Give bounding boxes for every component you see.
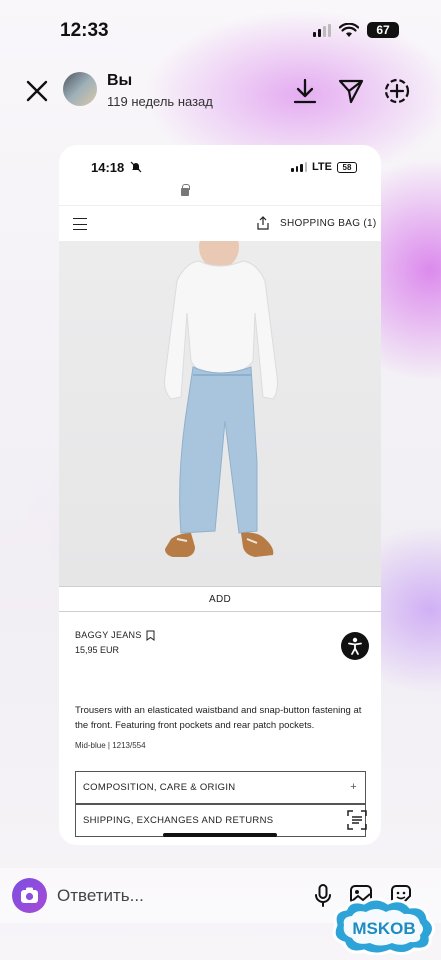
camera-icon (21, 887, 38, 903)
accessibility-button[interactable] (341, 632, 369, 660)
add-circle-icon[interactable] (382, 76, 412, 106)
product-description: Trousers with an elasticated waistband a… (75, 705, 362, 731)
status-time: 12:33 (60, 20, 109, 41)
accordion-composition[interactable]: COMPOSITION, CARE & ORIGIN + (75, 771, 366, 804)
bookmark-icon[interactable] (146, 630, 155, 641)
status-icons: 67 (313, 22, 399, 38)
inner-battery: 58 (337, 161, 357, 173)
wifi-icon (339, 22, 359, 37)
inner-signal-icon (291, 162, 308, 172)
close-icon[interactable] (22, 76, 52, 106)
inner-network-label: LTE (312, 161, 332, 173)
mskob-watermark-logo: MSKOB (332, 897, 435, 955)
send-icon[interactable] (336, 76, 366, 106)
menu-icon[interactable] (73, 218, 87, 230)
site-header: SHOPPING BAG (1) (59, 205, 381, 241)
story-time-ago: 119 недель назад (107, 94, 213, 109)
add-to-bag-button[interactable]: ADD (59, 586, 381, 612)
accordion-label: SHIPPING, EXCHANGES AND RETURNS (83, 815, 274, 826)
share-icon[interactable] (255, 215, 271, 231)
download-icon[interactable] (290, 76, 320, 106)
watermark-text: MSKOB (352, 919, 415, 938)
story-owner-name: Вы (107, 72, 133, 89)
camera-button[interactable] (12, 878, 47, 913)
battery-indicator: 67 (367, 22, 399, 38)
home-indicator (163, 833, 277, 837)
shared-screenshot[interactable]: 14:18 LTE 58 SHOPPING BAG (1) ADD BAGGY … (59, 145, 381, 845)
cellular-signal-icon (313, 23, 331, 37)
accessibility-icon (348, 637, 362, 655)
silent-bell-icon (130, 161, 142, 173)
product-image[interactable] (59, 241, 381, 586)
avatar[interactable] (63, 72, 97, 106)
product-name: BAGGY JEANS (75, 630, 142, 640)
expand-plus-icon: + (350, 781, 357, 793)
child-model-illustration (164, 241, 278, 557)
accordion-label: COMPOSITION, CARE & ORIGIN (83, 782, 236, 793)
shopping-bag-link[interactable]: SHOPPING BAG (1) (280, 218, 376, 229)
lock-icon (181, 184, 190, 196)
product-price: 15,95 EUR (75, 645, 120, 655)
product-color-ref: Mid-blue | 1213/554 (75, 741, 146, 750)
scan-text-icon[interactable] (346, 809, 368, 831)
reply-input[interactable]: Ответить... (57, 886, 144, 906)
inner-status-time: 14:18 (91, 160, 125, 175)
inner-status-icons: LTE 58 (291, 161, 357, 173)
